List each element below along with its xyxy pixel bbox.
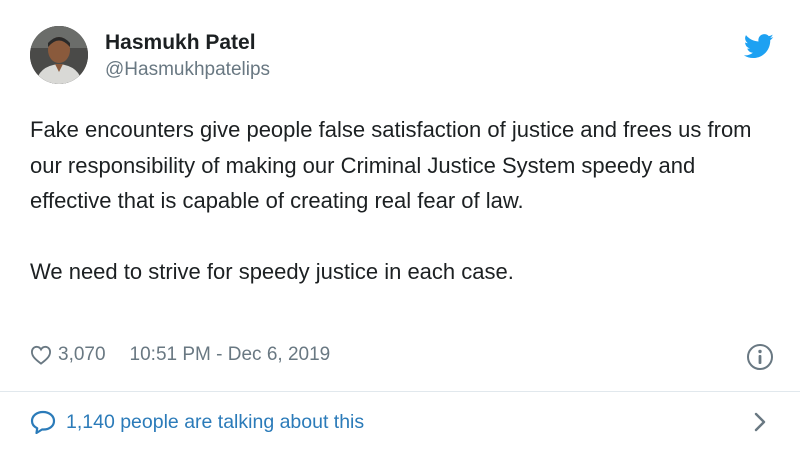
tweet-paragraph: We need to strive for speedy justice in … <box>30 258 514 284</box>
avatar-photo <box>30 26 88 84</box>
conversation-label[interactable]: 1,140 people are talking about this <box>66 411 364 434</box>
twitter-bird-icon[interactable] <box>744 34 774 59</box>
author-display-name[interactable]: Hasmukh Patel <box>105 30 270 56</box>
divider <box>0 391 800 392</box>
conversation-link[interactable]: 1,140 people are talking about this <box>30 407 364 437</box>
author-block: Hasmukh Patel @Hasmukhpatelips <box>105 30 270 82</box>
tweet-text: Fake encounters give people false satisf… <box>30 112 780 289</box>
like-count[interactable]: 3,070 <box>58 344 106 366</box>
tweet-timestamp[interactable]: 10:51 PM - Dec 6, 2019 <box>130 344 331 366</box>
heart-icon[interactable] <box>30 345 52 365</box>
chevron-right-icon[interactable] <box>752 411 768 433</box>
speech-bubble-icon <box>30 410 56 434</box>
embedded-tweet-card: Hasmukh Patel @Hasmukhpatelips Fake enco… <box>0 0 800 453</box>
avatar[interactable] <box>30 26 88 84</box>
tweet-paragraph: Fake encounters give people false satisf… <box>30 117 752 213</box>
tweet-meta: 3,070 10:51 PM - Dec 6, 2019 <box>30 341 330 369</box>
author-handle[interactable]: @Hasmukhpatelips <box>105 58 270 82</box>
info-icon[interactable] <box>746 343 774 371</box>
